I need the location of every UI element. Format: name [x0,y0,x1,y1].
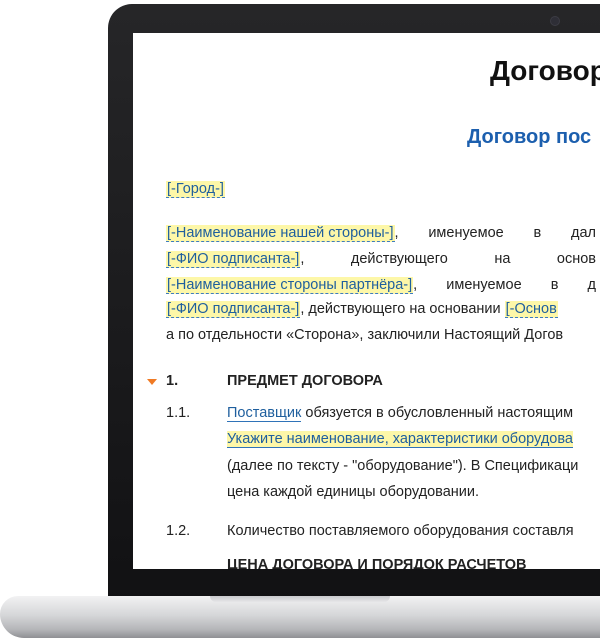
city-line: [-Город-] [166,179,225,199]
preamble-line-2: [-ФИО подписанта-], действующего на осно… [166,251,596,268]
preamble-line-1: [-Наименование нашей стороны-], именуемо… [166,225,596,242]
city-field[interactable]: [-Город-] [166,181,225,198]
section-number: 1. [166,373,179,389]
laptop-base-notch [210,596,390,602]
equipment-description-field[interactable]: Укажите наименование, характеристики обо… [227,431,573,448]
item-1-1-line-1: Поставщик обязуется в обусловленный наст… [227,405,574,422]
laptop-base [0,596,600,638]
camera-icon [550,16,560,26]
item-number: 1.2. [166,523,191,539]
preamble-line-5: а по отдельности «Сторона», заключили На… [166,327,564,343]
document-title: Договор [490,55,600,86]
contract-document: Договор Договор пос [-Город-] [-Наименов… [133,33,600,569]
item-number: 1.1. [166,405,191,421]
item-1-1-line-4: цена каждой единицы оборудовании. [227,484,480,500]
partner-name-field[interactable]: [-Наименование стороны партнёра-] [166,277,414,294]
basis-field[interactable]: [-Основ [504,301,558,318]
supplier-link[interactable]: Поставщик [227,405,302,422]
section-2-heading-cut: ЦЕНА ДОГОВОРА И ПОРЯДОК РАСЧЕТОВ [227,557,527,569]
laptop-screen: Договор Договор пос [-Город-] [-Наименов… [133,33,600,569]
item-1-1-line-3: (далее по тексту - "оборудование"). В Сп… [227,458,579,474]
our-party-name-field[interactable]: [-Наименование нашей стороны-] [166,225,395,242]
document-subtitle: Договор пос [467,126,592,148]
preamble-line-4: [-ФИО подписанта-], действующего на осно… [166,301,558,318]
partner-signatory-field[interactable]: [-ФИО подписанта-] [166,301,301,318]
section-heading: ПРЕДМЕТ ДОГОВОРА [227,373,383,389]
item-1-2-line-1: Количество поставляемого оборудования со… [227,523,574,539]
preamble-line-3: [-Наименование стороны партнёра-], имену… [166,277,596,294]
collapse-arrow-icon[interactable] [147,379,157,385]
our-signatory-field[interactable]: [-ФИО подписанта-] [166,251,301,268]
item-1-1-line-2: Укажите наименование, характеристики обо… [227,429,573,449]
